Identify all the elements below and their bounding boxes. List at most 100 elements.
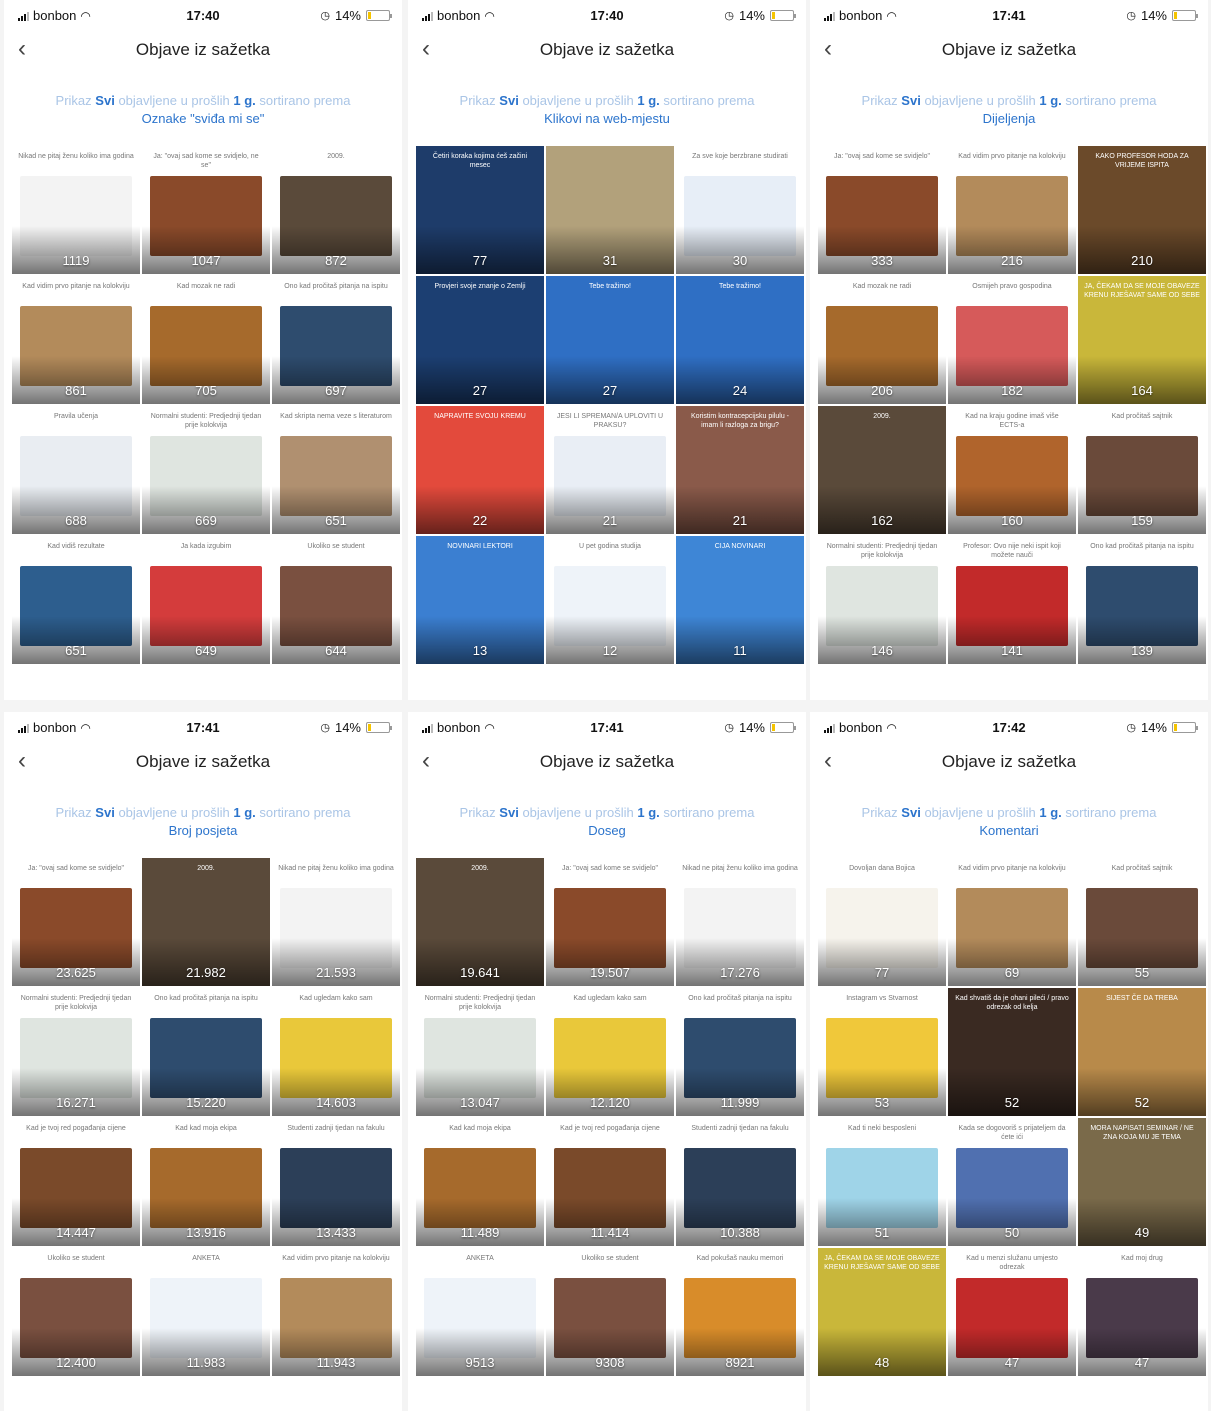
post-tile[interactable]: Kad pročitaš sajtnik 159 [1078,406,1206,534]
post-type-filter[interactable]: Svi [499,93,519,108]
post-tile[interactable]: Normalni studenti: Predjednji tjedan pri… [416,988,544,1116]
post-tile[interactable]: Kad mozak ne radi 705 [142,276,270,404]
post-tile[interactable]: Kad vidiš rezultate 651 [12,536,140,664]
sort-metric-filter[interactable]: Komentari [820,822,1198,840]
post-tile[interactable]: Kad vidim prvo pitanje na kolokviju 11.9… [272,1248,400,1376]
post-tile[interactable]: 31 [546,146,674,274]
post-tile[interactable]: ANKETA 11.983 [142,1248,270,1376]
post-tile[interactable]: Pravila učenja 688 [12,406,140,534]
post-tile[interactable]: Normalni studenti: Predjednji tjedan pri… [142,406,270,534]
post-tile[interactable]: Ukoliko se student 12.400 [12,1248,140,1376]
sort-metric-filter[interactable]: Dijeljenja [820,110,1198,128]
post-tile[interactable]: Kad skripta nema veze s literaturom 651 [272,406,400,534]
post-type-filter[interactable]: Svi [901,805,921,820]
metric-count: 19.507 [590,965,630,980]
post-tile[interactable]: KAKO PROFESOR HODA ZA VRIJEME ISPITA 210 [1078,146,1206,274]
post-tile[interactable]: NAPRAVITE SVOJU KREMU 22 [416,406,544,534]
post-tile[interactable]: JA, ČEKAM DA SE MOJE OBAVEZE KRENU RJEŠA… [1078,276,1206,404]
post-tile[interactable]: Nikad ne pitaj ženu koliko ima godina 17… [676,858,804,986]
post-tile[interactable]: Ja kada izgubim 649 [142,536,270,664]
post-caption: Osmijeh pravo gospodina [972,283,1052,290]
post-tile[interactable]: Kad kad moja ekipa 11.489 [416,1118,544,1246]
period-filter[interactable]: 1 g. [1039,93,1061,108]
post-tile[interactable]: NOVINARI LEKTORI 13 [416,536,544,664]
post-tile[interactable]: Osmijeh pravo gospodina 182 [948,276,1076,404]
post-tile[interactable]: Koristim kontracepcijsku pilulu - imam l… [676,406,804,534]
post-tile[interactable]: JA, ČEKAM DA SE MOJE OBAVEZE KRENU RJEŠA… [818,1248,946,1376]
post-tile[interactable]: ANKETA 9513 [416,1248,544,1376]
post-tile[interactable]: Ukoliko se student 644 [272,536,400,664]
post-tile[interactable]: Kad kad moja ekipa 13.916 [142,1118,270,1246]
period-filter[interactable]: 1 g. [637,93,659,108]
metric-count: 182 [1001,383,1023,398]
post-type-filter[interactable]: Svi [95,93,115,108]
post-tile[interactable]: U pet godina studija 12 [546,536,674,664]
post-tile[interactable]: Ono kad pročitaš pitanja na ispitu 15.22… [142,988,270,1116]
post-tile[interactable]: Profesor: Ovo nije neki ispit koji možet… [948,536,1076,664]
post-type-filter[interactable]: Svi [499,805,519,820]
post-tile[interactable]: Studenti zadnji tjedan na fakulu 13.433 [272,1118,400,1246]
post-tile[interactable]: 2009. 872 [272,146,400,274]
post-tile[interactable]: Kad shvatiš da je ohani pileći / pravo o… [948,988,1076,1116]
post-tile[interactable]: Kad u menzi služanu umjesto odrezak 47 [948,1248,1076,1376]
sort-metric-filter[interactable]: Broj posjeta [14,822,392,840]
post-tile[interactable]: Tebe tražimo! 24 [676,276,804,404]
post-tile[interactable]: Kad ugledam kako sam 14.603 [272,988,400,1116]
post-type-filter[interactable]: Svi [95,805,115,820]
post-tile[interactable]: Ja: "ovaj sad kome se svidjelo" 19.507 [546,858,674,986]
post-tile[interactable]: Normalni studenti: Predjednji tjedan pri… [818,536,946,664]
post-tile[interactable]: Kad vidim prvo pitanje na kolokviju 861 [12,276,140,404]
period-filter[interactable]: 1 g. [233,805,255,820]
post-tile[interactable]: Kad je tvoj red pogađanja cijene 14.447 [12,1118,140,1246]
period-filter[interactable]: 1 g. [637,805,659,820]
post-tile[interactable]: Kad pokušaš nauku memori 8921 [676,1248,804,1376]
post-tile[interactable]: Nikad ne pitaj ženu koliko ima godina 21… [272,858,400,986]
post-tile[interactable]: Kad mozak ne radi 206 [818,276,946,404]
phone-screen-4: bonbon ◠ 17:41 ◷ 14% ‹ Objave iz sažetka… [4,712,402,1411]
post-tile[interactable]: Ja: "ovaj sad kome se svidjelo" 23.625 [12,858,140,986]
metric-count: 21 [732,513,748,528]
period-filter[interactable]: 1 g. [233,93,255,108]
post-type-filter[interactable]: Svi [901,93,921,108]
post-tile[interactable]: SIJEST ČE DA TREBA 52 [1078,988,1206,1116]
post-tile[interactable]: Dovoljan dana Bojica 77 [818,858,946,986]
sort-metric-filter[interactable]: Oznake "sviđa mi se" [14,110,392,128]
post-tile[interactable]: Instagram vs Stvarnost 53 [818,988,946,1116]
period-filter[interactable]: 1 g. [1039,805,1061,820]
post-tile[interactable]: 2009. 21.982 [142,858,270,986]
post-caption: Kad na kraju godine imaš više ECTS-a [965,413,1059,429]
post-tile[interactable]: CIJA NOVINARI 11 [676,536,804,664]
post-tile[interactable]: Ono kad pročitaš pitanja na ispitu 11.99… [676,988,804,1116]
post-tile[interactable]: Kad vidim prvo pitanje na kolokviju 216 [948,146,1076,274]
post-tile[interactable]: Normalni studenti: Predjednji tjedan pri… [12,988,140,1116]
post-caption: Ja: "ovaj sad kome se svidjelo, ne se" [153,153,259,169]
post-tile[interactable]: Studenti zadnji tjedan na fakulu 10.388 [676,1118,804,1246]
post-tile[interactable]: Kad ugledam kako sam 12.120 [546,988,674,1116]
post-caption: Ja: "ovaj sad kome se svidjelo" [561,865,658,872]
post-tile[interactable]: Ja: "ovaj sad kome se svidjelo, ne se" 1… [142,146,270,274]
phone-screen-3: bonbon ◠ 17:41 ◷ 14% ‹ Objave iz sažetka… [810,0,1208,700]
sort-metric-filter[interactable]: Klikovi na web-mjestu [418,110,796,128]
post-tile[interactable]: Ono kad pročitaš pitanja na ispitu 697 [272,276,400,404]
post-tile[interactable]: 2009. 19.641 [416,858,544,986]
subtitle-mid: objavljene u prošlih [924,805,1036,820]
post-tile[interactable]: Za sve koje berzbrane studirati 30 [676,146,804,274]
post-tile[interactable]: Kad pročitaš sajtnik 55 [1078,858,1206,986]
post-tile[interactable]: 2009. 162 [818,406,946,534]
post-tile[interactable]: Ono kad pročitaš pitanja na ispitu 139 [1078,536,1206,664]
post-tile[interactable]: Tebe tražimo! 27 [546,276,674,404]
post-tile[interactable]: Kad na kraju godine imaš više ECTS-a 160 [948,406,1076,534]
post-tile[interactable]: Provjeri svoje znanje o Zemlji 27 [416,276,544,404]
post-tile[interactable]: Ja: "ovaj sad kome se svidjelo" 333 [818,146,946,274]
post-tile[interactable]: Kada se dogovoriš s prijateljem da ćete … [948,1118,1076,1246]
post-tile[interactable]: MORA NAPISATI SEMINAR / NE ZNA KOJA MU J… [1078,1118,1206,1246]
post-tile[interactable]: Kad ti neki besposleni 51 [818,1118,946,1246]
post-tile[interactable]: Kad moj drug 47 [1078,1248,1206,1376]
sort-metric-filter[interactable]: Doseg [418,822,796,840]
post-tile[interactable]: JESI LI SPREMAN/A UPLOVITI U PRAKSU? 21 [546,406,674,534]
post-tile[interactable]: Četiri koraka kojima ćeš začini mesec 77 [416,146,544,274]
post-tile[interactable]: Nikad ne pitaj ženu koliko ima godina 11… [12,146,140,274]
post-tile[interactable]: Ukoliko se student 9308 [546,1248,674,1376]
post-tile[interactable]: Kad vidim prvo pitanje na kolokviju 69 [948,858,1076,986]
post-tile[interactable]: Kad je tvoj red pogađanja cijene 11.414 [546,1118,674,1246]
